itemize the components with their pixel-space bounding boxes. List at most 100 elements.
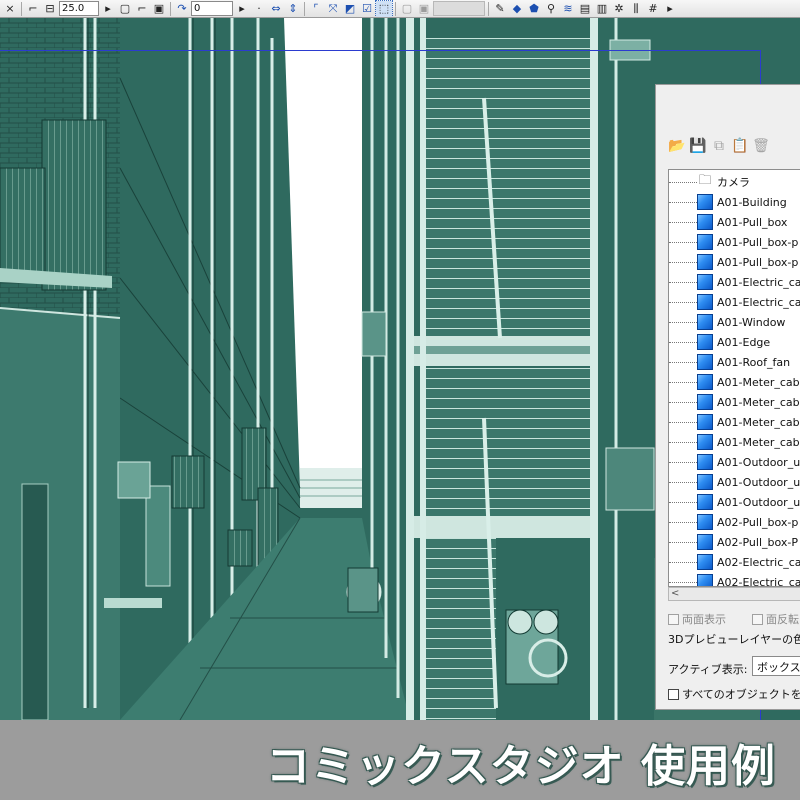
tree-row-layer[interactable]: A01-Meter_cabi (669, 412, 800, 432)
scroll-left-icon[interactable]: < (671, 588, 679, 600)
more-icon[interactable]: ▸ (662, 1, 678, 17)
paste-icon[interactable]: 📋 (731, 137, 749, 155)
page-icon[interactable]: ▢ (117, 1, 133, 17)
tree-row-layer[interactable]: A02-Electric_ca (669, 572, 800, 586)
check-icon[interactable]: ☑ (359, 1, 375, 17)
active-display-select[interactable]: ボックス (752, 656, 800, 676)
angle-dropdown-icon[interactable]: ▸ (234, 1, 250, 17)
tree-row-layer[interactable]: A01-Roof_fan (669, 352, 800, 372)
trash-icon[interactable]: 🗑 (752, 137, 770, 155)
stripes-icon[interactable]: ⫼ (628, 1, 644, 17)
page-next-icon[interactable]: ▣ (416, 1, 432, 17)
cube-layer-icon (697, 374, 713, 390)
zoom-input[interactable]: 25.0 (59, 1, 99, 16)
zoom-dropdown-icon[interactable]: ▸ (100, 1, 116, 17)
tree-connector (669, 281, 697, 283)
tree-connector (669, 401, 697, 403)
all-objects-checkbox[interactable] (668, 688, 679, 700)
tree-label: A01-Pull_box-p (717, 235, 799, 249)
cube-layer-icon (697, 474, 713, 490)
burst-icon[interactable]: ✲ (611, 1, 627, 17)
angle-input[interactable]: 0 (191, 1, 233, 16)
tree-row-layer[interactable]: A01-Meter_cabi (669, 392, 800, 412)
all-objects-label: すべてのオブジェクトを (682, 688, 800, 701)
tree-row-layer[interactable]: A01-Edge (669, 332, 800, 352)
tree-row-layer[interactable]: A01-Meter_cabi (669, 372, 800, 392)
tree-label: A01-Electric_ca (717, 295, 800, 309)
flip-faces-checkbox[interactable] (752, 613, 763, 625)
page-prev-icon[interactable]: ▢ (399, 1, 415, 17)
tree-connector (669, 541, 697, 543)
tree-label: A02-Pull_box-p (717, 515, 799, 529)
chart-icon[interactable]: ◩ (342, 1, 358, 17)
tree-row-layer[interactable]: A02-Pull_box-p (669, 512, 800, 532)
flip-horizontal-icon[interactable]: ⇔ (268, 1, 284, 17)
tree-row-layer[interactable]: A01-Pull_box-p (669, 252, 800, 272)
tree-row-layer[interactable]: A01-Electric_ca (669, 292, 800, 312)
double-sided-option[interactable]: 両面表示 (668, 611, 726, 627)
brush-icon[interactable]: ⚲ (543, 1, 559, 17)
wave-icon[interactable]: ≋ (560, 1, 576, 17)
fit-icon[interactable]: ⤧ (325, 1, 341, 17)
tree-label: A01-Outdoor_ur (717, 475, 800, 489)
tree-row-layer[interactable]: A01-Electric_ca (669, 272, 800, 292)
tree-row-layer[interactable]: A01-Outdoor_ur (669, 472, 800, 492)
layer-tree[interactable]: 🗀 カメラ A01-Building A01-Pull_box A01-Pull_b… (668, 169, 800, 587)
toolbar-blank-field (433, 1, 485, 16)
save-icon[interactable]: 💾 (689, 137, 707, 155)
select-area-icon[interactable]: ⬚ (375, 0, 393, 17)
texture-icon[interactable]: ▤ (577, 1, 593, 17)
tree-label: A01-Meter_cabi (717, 395, 800, 409)
tree-row-layer[interactable]: A02-Pull_box-P (669, 532, 800, 552)
copy-icon[interactable]: ⧉ (710, 137, 728, 155)
rotate-icon[interactable]: ↷ (174, 1, 190, 17)
all-objects-option[interactable]: すべてのオブジェクトを (668, 686, 800, 702)
tree-row-camera[interactable]: 🗀 カメラ (669, 172, 800, 192)
grid-icon[interactable]: # (645, 1, 661, 17)
flip-faces-label: 面反転 (766, 613, 799, 626)
tree-label: A01-Edge (717, 335, 771, 349)
tree-label: A02-Pull_box-P (717, 535, 799, 549)
layer-tree-horizontal-scrollbar[interactable]: < (668, 587, 800, 601)
tree-row-layer[interactable]: A01-Outdoor_ur (669, 492, 800, 512)
layers-icon[interactable]: ▣ (151, 1, 167, 17)
flip-vertical-icon[interactable]: ⇕ (285, 1, 301, 17)
shield-icon[interactable]: ⬟ (526, 1, 542, 17)
camera-mode-icon[interactable]: ⊟ (42, 1, 58, 17)
tree-row-layer[interactable]: A01-Window (669, 312, 800, 332)
frame-icon[interactable]: ⌜ (308, 1, 324, 17)
tree-connector (669, 341, 697, 343)
camera-tool-icon[interactable]: ⌐ (25, 1, 41, 17)
pen-icon[interactable]: ✎ (492, 1, 508, 17)
cube-layer-icon (697, 294, 713, 310)
tree-row-layer[interactable]: A01-Pull_box (669, 212, 800, 232)
frame-border-top (0, 50, 760, 51)
tree-row-layer[interactable]: A01-Meter_cabi (669, 432, 800, 452)
close-icon[interactable]: × (2, 1, 18, 17)
caption-band: コミックスタジオ 使用例 (0, 720, 800, 800)
tree-label: A01-Meter_cabi (717, 415, 800, 429)
tree-row-layer[interactable]: A01-Building (669, 192, 800, 212)
tree-connector (669, 261, 697, 263)
corner-icon[interactable]: ⌐ (134, 1, 150, 17)
flip-faces-option[interactable]: 面反転 (752, 611, 799, 627)
tree-row-layer[interactable]: A02-Electric_ca (669, 552, 800, 572)
toolbar-separator (304, 1, 305, 16)
toolbar-separator (170, 1, 171, 16)
tree-connector (669, 241, 697, 243)
tree-row-layer[interactable]: A01-Pull_box-p (669, 232, 800, 252)
cube-icon[interactable]: ◆ (509, 1, 525, 17)
tree-label: A01-Outdoor_ur (717, 495, 800, 509)
tree-connector (669, 381, 697, 383)
tree-label: A01-Electric_ca (717, 275, 800, 289)
layer-panel: 📂 💾 ⧉ 📋 🗑 🗀 カメラ A01-Building A01-Pull_box… (655, 84, 800, 710)
canvas-view[interactable]: 📂 💾 ⧉ 📋 🗑 🗀 カメラ A01-Building A01-Pull_box… (0, 18, 800, 720)
cube-layer-icon (697, 234, 713, 250)
tree-row-layer[interactable]: A01-Outdoor_ur (669, 452, 800, 472)
hatch-icon[interactable]: ▥ (594, 1, 610, 17)
dot-icon[interactable]: · (251, 1, 267, 17)
double-sided-checkbox[interactable] (668, 613, 679, 625)
side-door (21, 483, 49, 720)
active-display-label: アクティブ表示: (668, 663, 748, 676)
open-folder-icon[interactable]: 📂 (668, 137, 686, 155)
